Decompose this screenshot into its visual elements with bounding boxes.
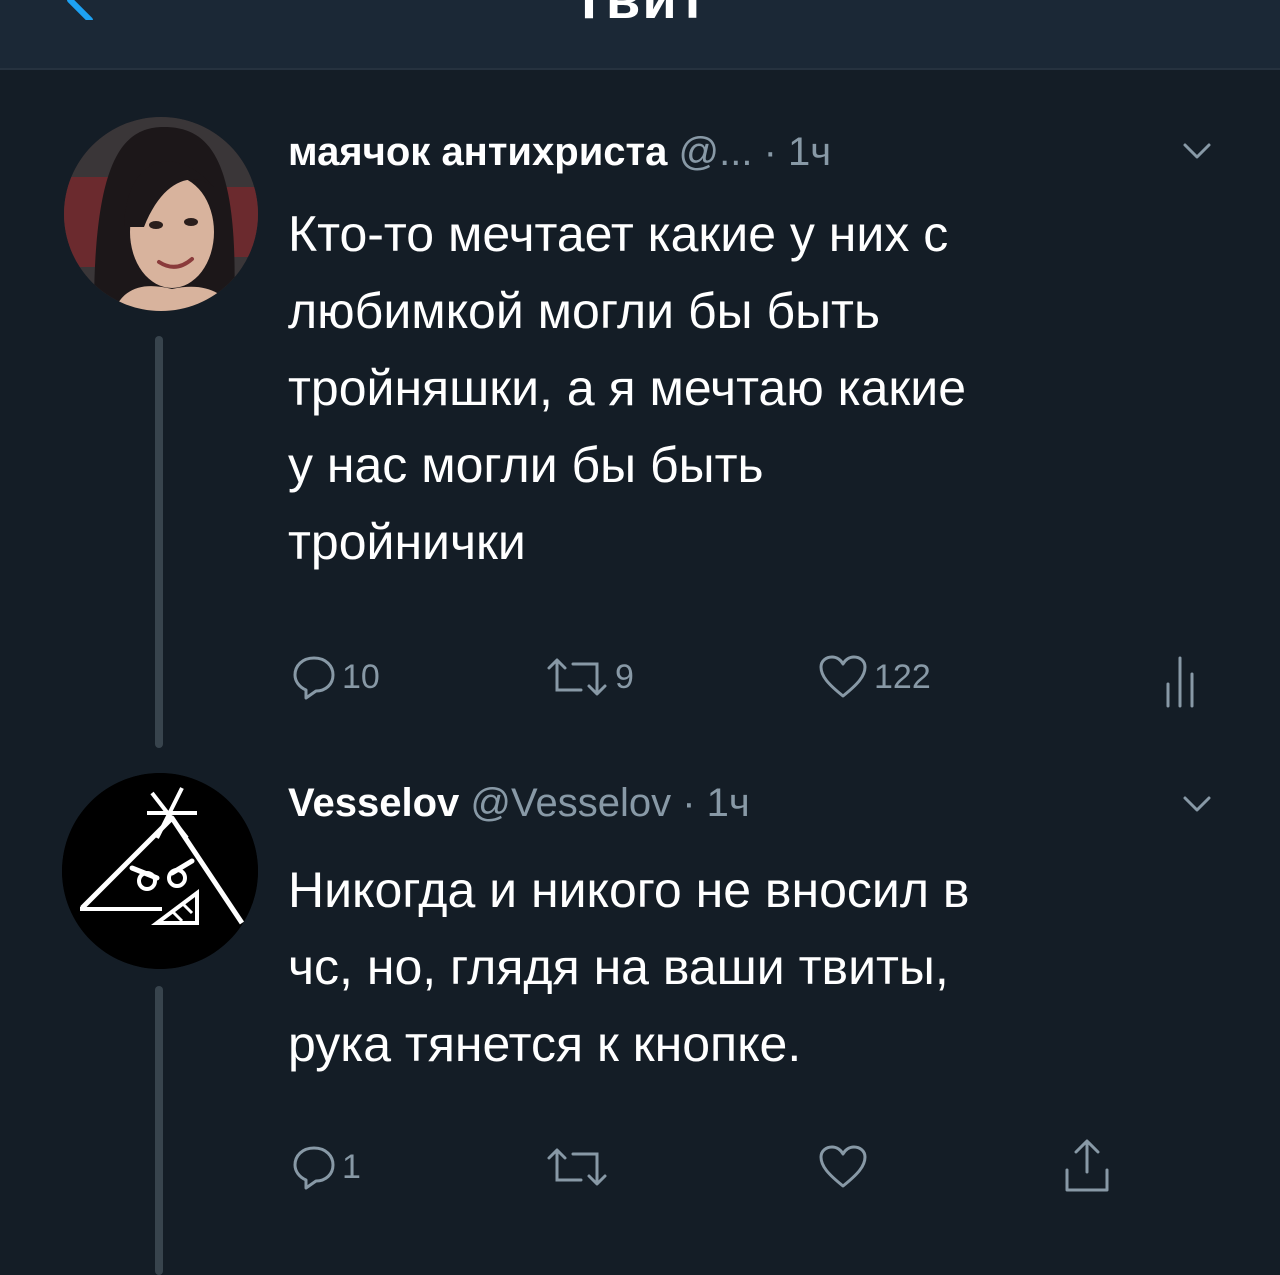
- reply-button[interactable]: 1: [292, 1144, 361, 1190]
- reply-icon: [293, 1146, 335, 1190]
- chevron-down-icon[interactable]: [1182, 794, 1212, 814]
- like-count: 122: [874, 657, 931, 696]
- share-button[interactable]: [1062, 1138, 1112, 1194]
- retweet-icon: [547, 1148, 607, 1186]
- chevron-down-icon[interactable]: [1182, 141, 1212, 161]
- reply-icon: [293, 656, 335, 700]
- retweet-button[interactable]: [545, 1144, 615, 1190]
- user-handle[interactable]: @Vesselov: [470, 781, 671, 825]
- tweet-text: Никогда и никого не вносил в чс, но, гля…: [288, 862, 970, 1072]
- reply-button[interactable]: 10: [292, 654, 380, 700]
- tweet-header: маячок антихриста @... · 1ч: [288, 128, 831, 176]
- logo-avatar: [62, 773, 258, 969]
- tweet-header: Vesselov @Vesselov · 1ч: [288, 779, 750, 827]
- user-photo: [64, 117, 258, 311]
- thread-line: [155, 986, 163, 1275]
- retweet-icon: [547, 658, 607, 696]
- tweet-text: Кто-то мечтает какие у них с любимкой мо…: [288, 206, 967, 570]
- top-bar: Твит: [0, 0, 1280, 70]
- page-title: Твит: [0, 0, 1280, 31]
- retweet-count: 9: [615, 657, 634, 696]
- tweet-time: · 1ч: [763, 130, 832, 174]
- user-handle[interactable]: @...: [679, 130, 753, 174]
- display-name[interactable]: Vesselov: [288, 781, 459, 825]
- like-button[interactable]: [818, 1144, 874, 1190]
- like-button[interactable]: 122: [818, 654, 931, 700]
- avatar[interactable]: [62, 773, 258, 969]
- analytics-button[interactable]: [1160, 652, 1200, 708]
- heart-icon: [819, 655, 867, 698]
- reply-count: 1: [342, 1147, 361, 1186]
- tweet-time: · 1ч: [682, 781, 750, 825]
- avatar[interactable]: [64, 117, 258, 311]
- thread-line: [155, 336, 163, 748]
- share-icon: [1065, 1139, 1109, 1192]
- reply-count: 10: [342, 657, 380, 696]
- retweet-button[interactable]: 9: [545, 654, 634, 700]
- analytics-icon: [1166, 656, 1194, 708]
- display-name[interactable]: маячок антихриста: [288, 130, 667, 174]
- heart-icon: [819, 1145, 867, 1188]
